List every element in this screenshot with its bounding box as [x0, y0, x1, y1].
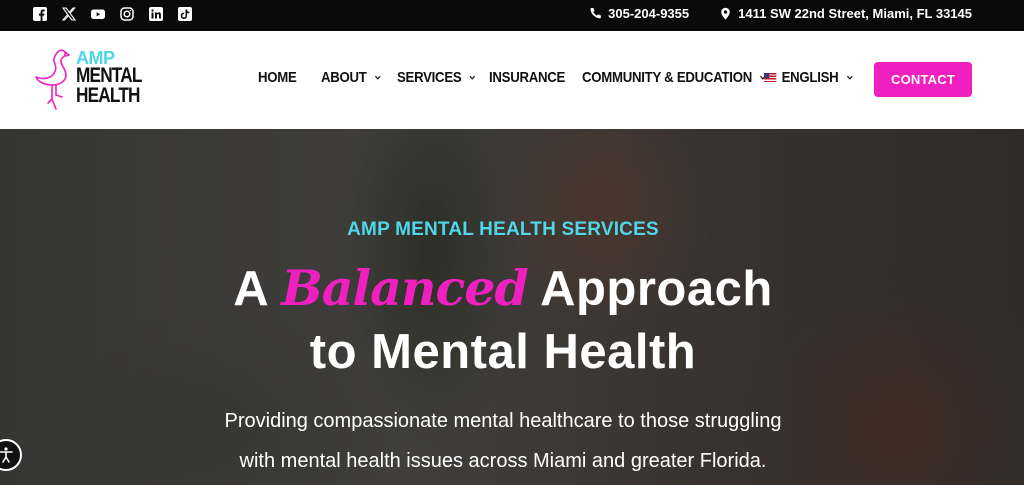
language-label: ENGLISH — [781, 69, 839, 86]
nav-item-about[interactable]: ABOUT — [321, 69, 382, 86]
chevron-down-icon — [846, 75, 853, 80]
map-pin-icon — [721, 7, 730, 20]
hero-eyebrow: AMP MENTAL HEALTH SERVICES — [347, 219, 659, 240]
hero-section: AMP MENTAL HEALTH SERVICES A Balanced Ap… — [0, 129, 1024, 485]
nav-item-insurance[interactable]: INSURANCE — [489, 69, 565, 86]
hero-title-accent: Balanced — [281, 259, 528, 317]
hero-title-after: Approach — [527, 262, 773, 316]
nav-item-label: ABOUT — [321, 69, 367, 86]
nav-item-services[interactable]: SERVICES — [397, 69, 476, 86]
accessibility-icon — [0, 447, 13, 463]
phone-number: 305-204-9355 — [608, 6, 690, 21]
phone-icon — [590, 7, 602, 19]
nav-item-label: COMMUNITY & EDUCATION — [582, 69, 752, 86]
instagram-icon[interactable] — [120, 7, 134, 21]
hero-title-line2: to Mental Health — [309, 325, 697, 379]
nav-item-label: INSURANCE — [489, 69, 566, 86]
contact-button[interactable]: CONTACT — [874, 62, 972, 97]
nav-item-home[interactable]: HOME — [258, 69, 297, 86]
social-links — [33, 7, 207, 21]
address-text: 1411 SW 22nd Street, Miami, FL 33145 — [738, 6, 972, 21]
nav-item-community-education[interactable]: COMMUNITY & EDUCATION — [582, 69, 767, 86]
us-flag-icon — [764, 73, 777, 82]
nav-item-label: SERVICES — [397, 69, 462, 86]
phone-link[interactable]: 305-204-9355 — [589, 6, 689, 21]
hero-title-line1: A Balanced Approach — [0, 257, 1006, 320]
tiktok-icon[interactable] — [178, 7, 192, 21]
top-bar: 305-204-9355 1411 SW 22nd Street, Miami,… — [0, 0, 1024, 31]
x-icon[interactable] — [62, 7, 76, 21]
chevron-down-icon — [469, 75, 476, 80]
site-header: AMP MENTAL HEALTH HOME ABOUT SERVICES IN… — [0, 31, 1024, 129]
language-selector[interactable]: ENGLISH — [764, 69, 853, 86]
linkedin-icon[interactable] — [149, 7, 163, 21]
chevron-down-icon — [374, 75, 381, 80]
youtube-icon[interactable] — [91, 7, 105, 21]
main-nav: HOME ABOUT SERVICES INSURANCE COMMUNITY … — [0, 31, 1024, 129]
hero-subtitle-line1: Providing compassionate mental healthcar… — [224, 410, 782, 432]
hero-title-before: A — [233, 262, 282, 316]
contact-info: 305-204-9355 1411 SW 22nd Street, Miami,… — [589, 6, 972, 21]
hero-subtitle-line2: with mental health issues across Miami a… — [239, 450, 767, 472]
facebook-icon[interactable] — [33, 7, 47, 21]
nav-item-label: HOME — [258, 69, 297, 86]
address-link[interactable]: 1411 SW 22nd Street, Miami, FL 33145 — [719, 6, 972, 21]
